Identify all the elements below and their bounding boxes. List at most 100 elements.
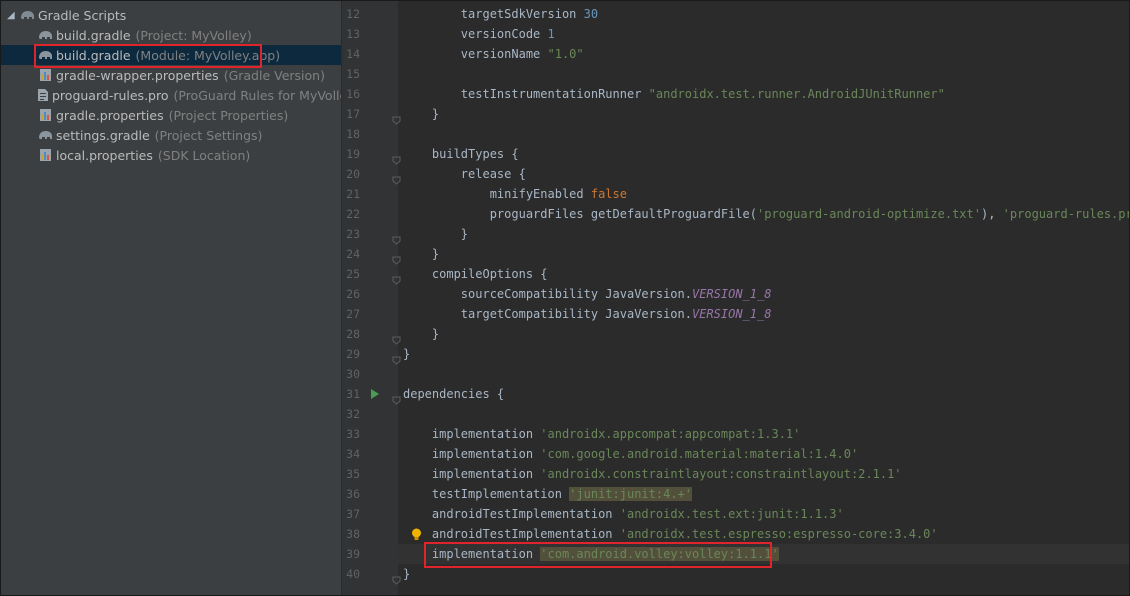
tree-item-hint: (ProGuard Rules for MyVolley.app) [173,87,342,103]
line-number-text: 36 [346,487,360,501]
tree-root-gradle-scripts[interactable]: ◢ Gradle Scripts [1,5,341,25]
code-line[interactable]: versionName "1.0" [403,44,584,64]
line-number-text: 40 [346,567,360,581]
line-number-text: 39 [346,547,360,561]
code-token: implementation [403,447,541,461]
code-line[interactable]: androidTestImplementation 'androidx.test… [403,504,844,524]
fold-marker-icon[interactable] [392,230,401,245]
code-token: 'com.android.volley:volley:1.1.1' [540,547,779,561]
code-token: androidTestImplementation [403,527,620,541]
fold-marker-icon[interactable] [392,250,401,265]
line-number-text: 25 [346,267,360,281]
run-gutter-icon[interactable] [371,389,379,399]
code-token: 30 [583,7,599,21]
code-token: 'androidx.test.ext:junit:1.1.3' [619,507,844,521]
code-token: sourceCompatibility JavaVersion. [403,287,692,301]
line-number: 21 [342,184,398,204]
project-panel: ◢ Gradle Scripts build.gradle (Project: M… [1,1,342,595]
line-number-text: 20 [346,167,360,181]
fold-marker-icon[interactable] [392,330,401,345]
tree-item[interactable]: build.gradle (Project: MyVolley) [1,25,341,45]
code-token: implementation [403,547,541,561]
code-token: implementation [403,467,541,481]
line-number: 14 [342,44,398,64]
code-line[interactable]: dependencies { [403,384,504,404]
code-line[interactable]: versionCode 1 [403,24,555,44]
code-line[interactable]: minifyEnabled false [403,184,627,204]
code-line[interactable]: testInstrumentationRunner "androidx.test… [403,84,945,104]
tree-item[interactable]: gradle-wrapper.properties (Gradle Version… [1,65,341,85]
code-line[interactable]: testImplementation 'junit:junit:4.+' [403,484,692,504]
code-line[interactable]: release { [403,164,526,184]
properties-icon [37,147,53,163]
code-token: targetSdkVersion [403,7,584,21]
line-number-text: 28 [346,327,360,341]
line-number-text: 15 [346,67,360,81]
line-number: 39 [342,544,398,564]
code-line[interactable]: } [403,344,410,364]
code-token: testImplementation [403,487,570,501]
code-line[interactable]: implementation 'com.android.volley:volle… [403,544,779,564]
line-number-text: 33 [346,427,360,441]
tree-item-hint: (Project: MyVolley) [135,27,252,43]
line-number: 27 [342,304,398,324]
line-number-text: 21 [346,187,360,201]
tree-item[interactable]: gradle.properties (Project Properties) [1,105,341,125]
code-token: compileOptions { [403,267,548,281]
code-line[interactable]: } [403,244,439,264]
tree-item[interactable]: proguard-rules.pro (ProGuard Rules for My… [1,85,341,105]
line-number-text: 34 [346,447,360,461]
code-line[interactable]: } [403,324,439,344]
fold-marker-icon[interactable] [392,390,401,405]
code-line[interactable]: } [403,224,468,244]
code-token: 'androidx.test.espresso:espresso-core:3.… [619,527,938,541]
tree-item[interactable]: build.gradle (Module: MyVolley.app) [1,45,341,65]
properties-icon [37,67,53,83]
line-number: 26 [342,284,398,304]
fold-marker-icon[interactable] [392,170,401,185]
code-editor[interactable]: 12 targetSdkVersion 30 13 versionCode 1 14… [342,1,1129,595]
expand-arrow-icon[interactable]: ◢ [7,10,19,21]
tree-item-label: gradle-wrapper.properties [56,67,219,83]
fold-marker-icon[interactable] [392,270,401,285]
code-token: 'com.google.android.material:material:1.… [540,447,859,461]
code-line[interactable]: targetSdkVersion 30 [403,4,598,24]
line-number: 35 [342,464,398,484]
code-token: 'proguard-android-optimize.txt' [757,207,981,221]
code-line[interactable]: implementation 'com.google.android.mater… [403,444,858,464]
code-line[interactable]: implementation 'androidx.constraintlayou… [403,464,902,484]
code-line[interactable]: proguardFiles getDefaultProguardFile('pr… [403,204,1129,224]
line-number: 25 [342,264,398,284]
code-line[interactable]: implementation 'androidx.appcompat:appco… [403,424,800,444]
code-token: VERSION_1_8 [691,287,772,301]
line-number-text: 37 [346,507,360,521]
code-line[interactable]: sourceCompatibility JavaVersion. VERSION_… [403,284,772,304]
line-number: 32 [342,404,398,424]
line-number-text: 38 [346,527,360,541]
line-number: 19 [342,144,398,164]
line-number: 24 [342,244,398,264]
code-line[interactable]: compileOptions { [403,264,548,284]
code-token: minifyEnabled [403,187,591,201]
text-file-icon [37,87,49,103]
gradle-icon [37,127,53,143]
line-number-text: 14 [346,47,360,61]
fold-marker-icon[interactable] [392,110,401,125]
line-number: 31 [342,384,398,404]
fold-marker-icon[interactable] [392,350,401,365]
fold-marker-icon[interactable] [392,150,401,165]
code-token: "1.0" [547,47,584,61]
line-number: 12 [342,4,398,24]
code-line[interactable]: } [403,104,439,124]
code-token: } [403,227,469,241]
code-line[interactable]: } [403,564,410,584]
tree-item[interactable]: settings.gradle (Project Settings) [1,125,341,145]
code-line[interactable]: androidTestImplementation 'androidx.test… [403,524,938,544]
tree-item[interactable]: local.properties (SDK Location) [1,145,341,165]
fold-marker-icon[interactable] [392,570,401,585]
line-number: 29 [342,344,398,364]
tree-item-hint: (SDK Location) [157,147,251,163]
line-number-text: 18 [346,127,360,141]
code-line[interactable]: buildTypes { [403,144,519,164]
code-line[interactable]: targetCompatibility JavaVersion. VERSION_… [403,304,772,324]
